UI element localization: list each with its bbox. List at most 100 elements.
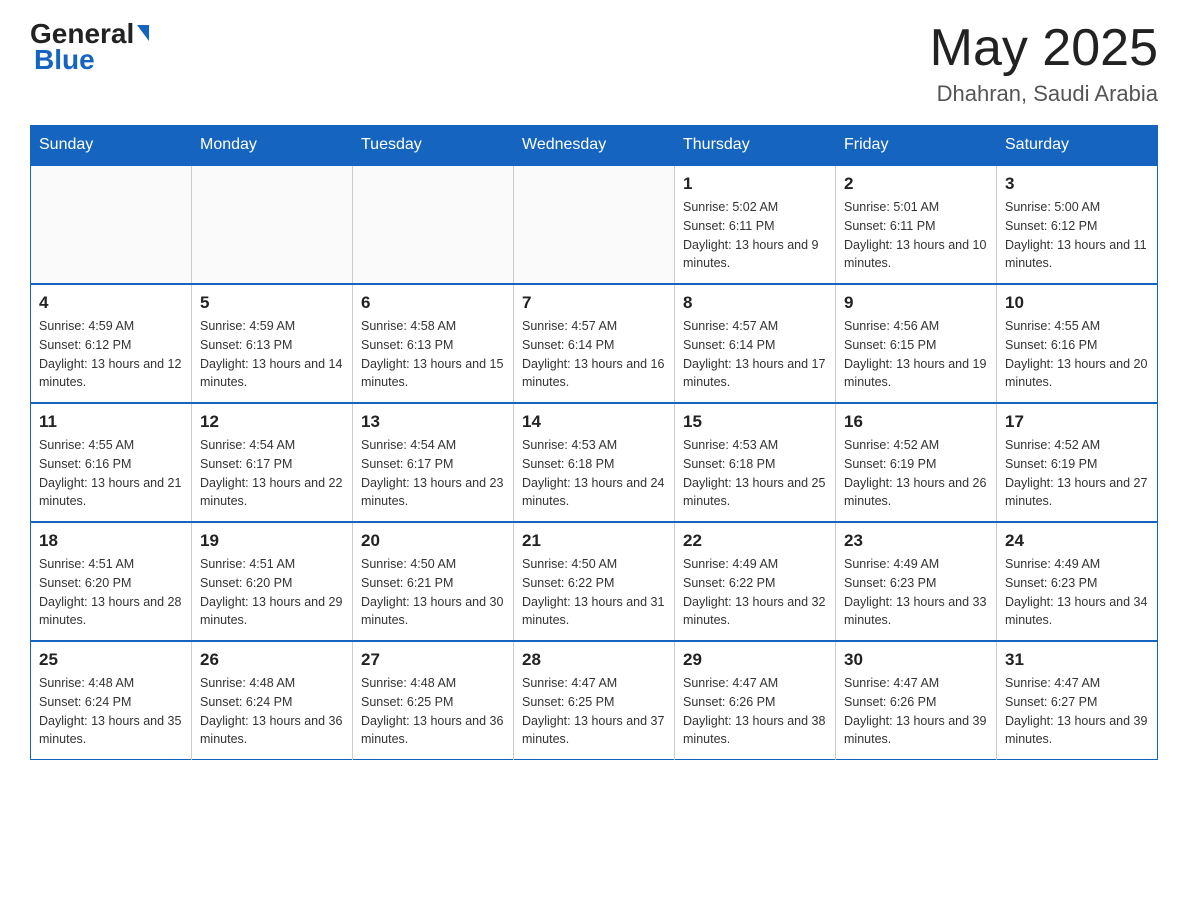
calendar-week-row: 4Sunrise: 4:59 AM Sunset: 6:12 PM Daylig… [31,284,1158,403]
calendar-week-row: 25 Sunrise: 4:48 AM Sunset: 6:24 PM Dayli… [31,641,1158,760]
day-number: 20 [361,531,505,551]
col-header-friday: Friday [836,126,997,166]
col-header-saturday: Saturday [997,126,1158,166]
logo-blue-text: Blue [32,44,95,76]
day-info: Sunrise: 4:47 AM Sunset: 6:25 PM Dayligh… [522,674,666,749]
day-info: Sunrise: 4:55 AM Sunset: 6:16 PM Dayligh… [39,436,183,511]
col-header-monday: Monday [192,126,353,166]
calendar-week-row: 18 Sunrise: 4:51 AM Sunset: 6:20 PM Dayli… [31,522,1158,641]
calendar-cell: 10 Sunrise: 4:55 AM Sunset: 6:16 PM Dayli… [997,284,1158,403]
page-header: General Blue May 2025 Dhahran, Saudi Ara… [30,20,1158,107]
day-info: Sunrise: 4:54 AM Sunset: 6:17 PM Dayligh… [200,436,344,511]
calendar-cell: 14 Sunrise: 4:53 AM Sunset: 6:18 PM Dayli… [514,403,675,522]
calendar-cell: 26 Sunrise: 4:48 AM Sunset: 6:24 PM Dayli… [192,641,353,760]
day-info: Sunrise: 4:49 AM Sunset: 6:23 PM Dayligh… [844,555,988,630]
day-info: Sunrise: 4:55 AM Sunset: 6:16 PM Dayligh… [1005,317,1149,392]
day-number: 21 [522,531,666,551]
day-number: 3 [1005,174,1149,194]
calendar-cell: 8Sunrise: 4:57 AM Sunset: 6:14 PM Daylig… [675,284,836,403]
calendar-cell: 20Sunrise: 4:50 AM Sunset: 6:21 PM Dayli… [353,522,514,641]
calendar-cell: 7 Sunrise: 4:57 AM Sunset: 6:14 PM Daylig… [514,284,675,403]
day-info: Sunrise: 4:47 AM Sunset: 6:26 PM Dayligh… [683,674,827,749]
calendar-cell: 27Sunrise: 4:48 AM Sunset: 6:25 PM Dayli… [353,641,514,760]
day-info: Sunrise: 4:58 AM Sunset: 6:13 PM Dayligh… [361,317,505,392]
day-number: 25 [39,650,183,670]
calendar-cell: 5 Sunrise: 4:59 AM Sunset: 6:13 PM Daylig… [192,284,353,403]
calendar-cell: 9Sunrise: 4:56 AM Sunset: 6:15 PM Daylig… [836,284,997,403]
logo-triangle-icon [137,25,149,41]
calendar-cell [353,165,514,284]
calendar-table: SundayMondayTuesdayWednesdayThursdayFrid… [30,125,1158,760]
day-info: Sunrise: 4:47 AM Sunset: 6:26 PM Dayligh… [844,674,988,749]
day-number: 26 [200,650,344,670]
day-info: Sunrise: 4:53 AM Sunset: 6:18 PM Dayligh… [522,436,666,511]
calendar-cell: 2Sunrise: 5:01 AM Sunset: 6:11 PM Daylig… [836,165,997,284]
calendar-cell: 4Sunrise: 4:59 AM Sunset: 6:12 PM Daylig… [31,284,192,403]
day-number: 24 [1005,531,1149,551]
day-info: Sunrise: 5:02 AM Sunset: 6:11 PM Dayligh… [683,198,827,273]
day-number: 19 [200,531,344,551]
day-info: Sunrise: 4:57 AM Sunset: 6:14 PM Dayligh… [683,317,827,392]
day-number: 12 [200,412,344,432]
calendar-cell: 18 Sunrise: 4:51 AM Sunset: 6:20 PM Dayli… [31,522,192,641]
calendar-week-row: 1Sunrise: 5:02 AM Sunset: 6:11 PM Daylig… [31,165,1158,284]
day-info: Sunrise: 4:48 AM Sunset: 6:24 PM Dayligh… [200,674,344,749]
day-number: 2 [844,174,988,194]
calendar-cell: 24 Sunrise: 4:49 AM Sunset: 6:23 PM Dayli… [997,522,1158,641]
day-number: 6 [361,293,505,313]
calendar-cell: 1Sunrise: 5:02 AM Sunset: 6:11 PM Daylig… [675,165,836,284]
day-info: Sunrise: 4:50 AM Sunset: 6:22 PM Dayligh… [522,555,666,630]
day-info: Sunrise: 4:52 AM Sunset: 6:19 PM Dayligh… [844,436,988,511]
calendar-header-row: SundayMondayTuesdayWednesdayThursdayFrid… [31,126,1158,166]
logo: General Blue [30,20,149,76]
day-info: Sunrise: 4:59 AM Sunset: 6:12 PM Dayligh… [39,317,183,392]
col-header-wednesday: Wednesday [514,126,675,166]
day-number: 28 [522,650,666,670]
location-title: Dhahran, Saudi Arabia [930,81,1158,107]
calendar-cell: 21 Sunrise: 4:50 AM Sunset: 6:22 PM Dayli… [514,522,675,641]
day-info: Sunrise: 4:52 AM Sunset: 6:19 PM Dayligh… [1005,436,1149,511]
day-info: Sunrise: 4:51 AM Sunset: 6:20 PM Dayligh… [200,555,344,630]
calendar-cell: 25Sunrise: 4:48 AM Sunset: 6:24 PM Dayli… [31,641,192,760]
day-info: Sunrise: 5:00 AM Sunset: 6:12 PM Dayligh… [1005,198,1149,273]
calendar-cell: 31Sunrise: 4:47 AM Sunset: 6:27 PM Dayli… [997,641,1158,760]
month-title: May 2025 [930,20,1158,77]
day-number: 11 [39,412,183,432]
day-number: 17 [1005,412,1149,432]
calendar-cell: 30Sunrise: 4:47 AM Sunset: 6:26 PM Dayli… [836,641,997,760]
day-number: 18 [39,531,183,551]
calendar-cell: 28 Sunrise: 4:47 AM Sunset: 6:25 PM Dayli… [514,641,675,760]
day-number: 5 [200,293,344,313]
calendar-cell: 12 Sunrise: 4:54 AM Sunset: 6:17 PM Dayli… [192,403,353,522]
day-info: Sunrise: 4:59 AM Sunset: 6:13 PM Dayligh… [200,317,344,392]
title-block: May 2025 Dhahran, Saudi Arabia [930,20,1158,107]
calendar-cell: 3 Sunrise: 5:00 AM Sunset: 6:12 PM Daylig… [997,165,1158,284]
day-number: 7 [522,293,666,313]
calendar-cell: 6 Sunrise: 4:58 AM Sunset: 6:13 PM Daylig… [353,284,514,403]
day-number: 22 [683,531,827,551]
calendar-cell [192,165,353,284]
day-info: Sunrise: 4:53 AM Sunset: 6:18 PM Dayligh… [683,436,827,511]
col-header-sunday: Sunday [31,126,192,166]
calendar-cell: 19 Sunrise: 4:51 AM Sunset: 6:20 PM Dayli… [192,522,353,641]
calendar-cell [31,165,192,284]
calendar-cell: 17 Sunrise: 4:52 AM Sunset: 6:19 PM Dayli… [997,403,1158,522]
day-number: 14 [522,412,666,432]
day-info: Sunrise: 4:57 AM Sunset: 6:14 PM Dayligh… [522,317,666,392]
calendar-cell: 29Sunrise: 4:47 AM Sunset: 6:26 PM Dayli… [675,641,836,760]
col-header-tuesday: Tuesday [353,126,514,166]
day-info: Sunrise: 4:51 AM Sunset: 6:20 PM Dayligh… [39,555,183,630]
day-number: 10 [1005,293,1149,313]
day-number: 31 [1005,650,1149,670]
day-number: 9 [844,293,988,313]
day-number: 13 [361,412,505,432]
day-info: Sunrise: 4:48 AM Sunset: 6:25 PM Dayligh… [361,674,505,749]
day-number: 16 [844,412,988,432]
day-info: Sunrise: 4:54 AM Sunset: 6:17 PM Dayligh… [361,436,505,511]
calendar-cell: 11 Sunrise: 4:55 AM Sunset: 6:16 PM Dayli… [31,403,192,522]
day-info: Sunrise: 4:49 AM Sunset: 6:23 PM Dayligh… [1005,555,1149,630]
calendar-cell: 23Sunrise: 4:49 AM Sunset: 6:23 PM Dayli… [836,522,997,641]
calendar-cell: 16 Sunrise: 4:52 AM Sunset: 6:19 PM Dayli… [836,403,997,522]
calendar-cell: 15Sunrise: 4:53 AM Sunset: 6:18 PM Dayli… [675,403,836,522]
day-info: Sunrise: 4:49 AM Sunset: 6:22 PM Dayligh… [683,555,827,630]
